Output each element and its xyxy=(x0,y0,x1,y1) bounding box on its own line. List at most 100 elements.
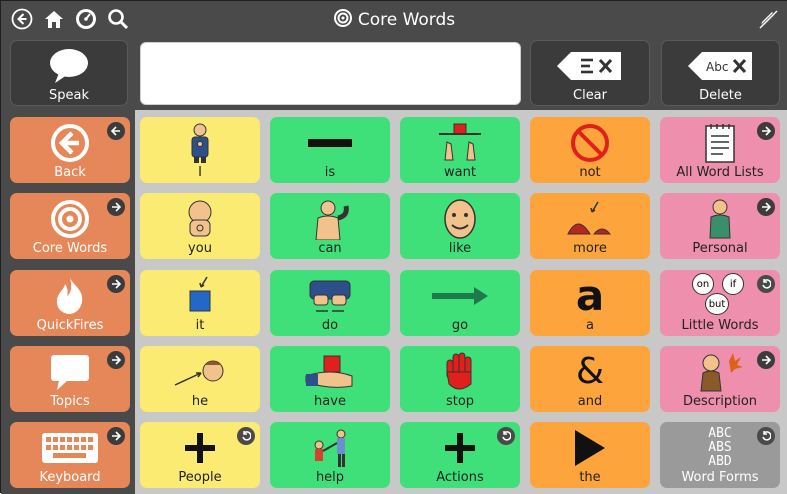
word-label: not xyxy=(579,165,601,180)
word-button-like[interactable]: like xyxy=(400,193,520,259)
word-button-it[interactable]: it xyxy=(140,270,260,336)
sidebar-item-topics[interactable]: Topics xyxy=(10,346,130,412)
clear-label: Clear xyxy=(573,88,607,103)
ampersand-glyph: & xyxy=(575,351,605,392)
word-button-little-words[interactable]: on if but Little Words xyxy=(660,270,780,336)
word-forms-line-2: ABS xyxy=(708,440,732,455)
word-label: more xyxy=(573,241,607,256)
delete-button[interactable]: Abc Delete xyxy=(661,40,780,106)
edit-off-icon[interactable] xyxy=(755,6,781,32)
word-button-more[interactable]: more xyxy=(530,193,650,259)
word-label: can xyxy=(318,241,342,256)
word-label: want xyxy=(444,165,476,180)
sidebar-item-label: Keyboard xyxy=(39,470,101,485)
stop-hand-icon xyxy=(400,350,520,394)
bubble-on: on xyxy=(692,273,714,295)
prohibited-icon xyxy=(530,121,650,165)
word-label: go xyxy=(451,318,469,333)
letter-a-glyph: a xyxy=(575,271,605,320)
word-label: and xyxy=(577,394,603,409)
undo-badge-icon xyxy=(757,427,775,445)
app-window: Core Words Speak Clear Abc Delete Back C… xyxy=(0,0,787,494)
hands-doing-icon xyxy=(270,274,390,318)
word-label: Description xyxy=(682,394,758,409)
word-button-help[interactable]: help xyxy=(270,422,390,488)
letter-a-symbol: a xyxy=(530,274,650,318)
link-badge-icon xyxy=(107,122,125,140)
word-button-is[interactable]: is xyxy=(270,117,390,183)
word-label: I xyxy=(198,165,202,180)
top-bar: Core Words xyxy=(1,1,787,38)
word-button-he[interactable]: he xyxy=(140,346,260,412)
sidebar-item-quickfires[interactable]: QuickFires xyxy=(10,270,130,336)
word-button-a[interactable]: a a xyxy=(530,270,650,336)
word-button-the[interactable]: the xyxy=(530,422,650,488)
pointing-hand-icon xyxy=(140,197,260,241)
smiling-face-icon xyxy=(400,197,520,241)
speak-label: Speak xyxy=(49,88,89,103)
flexing-arm-icon xyxy=(270,197,390,241)
page-title: Core Words xyxy=(357,9,456,30)
word-button-not[interactable]: not xyxy=(530,117,650,183)
link-badge-icon xyxy=(107,275,125,293)
link-badge-icon xyxy=(757,351,775,369)
pointing-at-man-icon xyxy=(140,350,260,394)
dash-icon xyxy=(270,121,390,165)
link-badge-icon xyxy=(107,427,125,445)
undo-badge-icon xyxy=(237,427,255,445)
speak-button[interactable]: Speak xyxy=(10,40,128,106)
word-forms-line-3: ABD xyxy=(708,454,732,469)
sidebar-item-label: Core Words xyxy=(32,241,108,256)
word-label: have xyxy=(314,394,346,409)
word-button-you[interactable]: you xyxy=(140,193,260,259)
word-label: Word Forms xyxy=(681,470,759,485)
word-label: Personal xyxy=(692,241,748,256)
message-window[interactable] xyxy=(140,42,521,105)
sidebar-item-label: Back xyxy=(54,165,86,180)
bubble-but: but xyxy=(705,293,729,315)
word-button-go[interactable]: go xyxy=(400,270,520,336)
word-button-can[interactable]: can xyxy=(270,193,390,259)
word-button-word-forms[interactable]: ABC ABS ABD Word Forms xyxy=(660,422,780,488)
word-label: you xyxy=(188,241,212,256)
person-pointing-self-icon xyxy=(140,121,260,165)
delete-label: Delete xyxy=(699,88,742,103)
word-button-want[interactable]: want xyxy=(400,117,520,183)
link-badge-icon xyxy=(107,198,125,216)
clear-button[interactable]: Clear xyxy=(530,40,650,106)
undo-badge-icon xyxy=(757,275,775,293)
word-button-actions[interactable]: Actions xyxy=(400,422,520,488)
word-label: is xyxy=(324,165,336,180)
word-button-i[interactable]: I xyxy=(140,117,260,183)
word-button-and[interactable]: & and xyxy=(530,346,650,412)
sidebar-item-back[interactable]: Back xyxy=(10,117,130,183)
word-label: a xyxy=(586,318,594,333)
word-button-description[interactable]: Description xyxy=(660,346,780,412)
helping-people-icon xyxy=(270,426,390,470)
pile-icon xyxy=(530,197,650,241)
word-button-have[interactable]: have xyxy=(270,346,390,412)
sidebar-item-core-words[interactable]: Core Words xyxy=(10,193,130,259)
word-button-people[interactable]: People xyxy=(140,422,260,488)
word-label: Little Words xyxy=(681,318,759,333)
word-label: help xyxy=(315,470,345,485)
play-triangle-icon xyxy=(530,426,650,470)
word-label: Actions xyxy=(436,470,484,485)
sidebar-item-label: QuickFires xyxy=(36,318,104,333)
reaching-hands-icon xyxy=(400,121,520,165)
ampersand-symbol: & xyxy=(530,350,650,394)
undo-badge-icon xyxy=(497,427,515,445)
sidebar-item-label: Topics xyxy=(50,394,90,409)
word-button-do[interactable]: do xyxy=(270,270,390,336)
link-badge-icon xyxy=(757,122,775,140)
sidebar-item-keyboard[interactable]: Keyboard xyxy=(10,422,130,488)
word-button-all-word-lists[interactable]: All Word Lists xyxy=(660,117,780,183)
word-label: All Word Lists xyxy=(676,165,764,180)
word-button-stop[interactable]: stop xyxy=(400,346,520,412)
word-button-personal[interactable]: Personal xyxy=(660,193,780,259)
clear-icon xyxy=(531,49,649,83)
word-label: he xyxy=(191,394,209,409)
target-icon xyxy=(333,8,352,31)
word-forms-line-1: ABC xyxy=(708,426,732,441)
right-arrow-icon xyxy=(400,274,520,318)
